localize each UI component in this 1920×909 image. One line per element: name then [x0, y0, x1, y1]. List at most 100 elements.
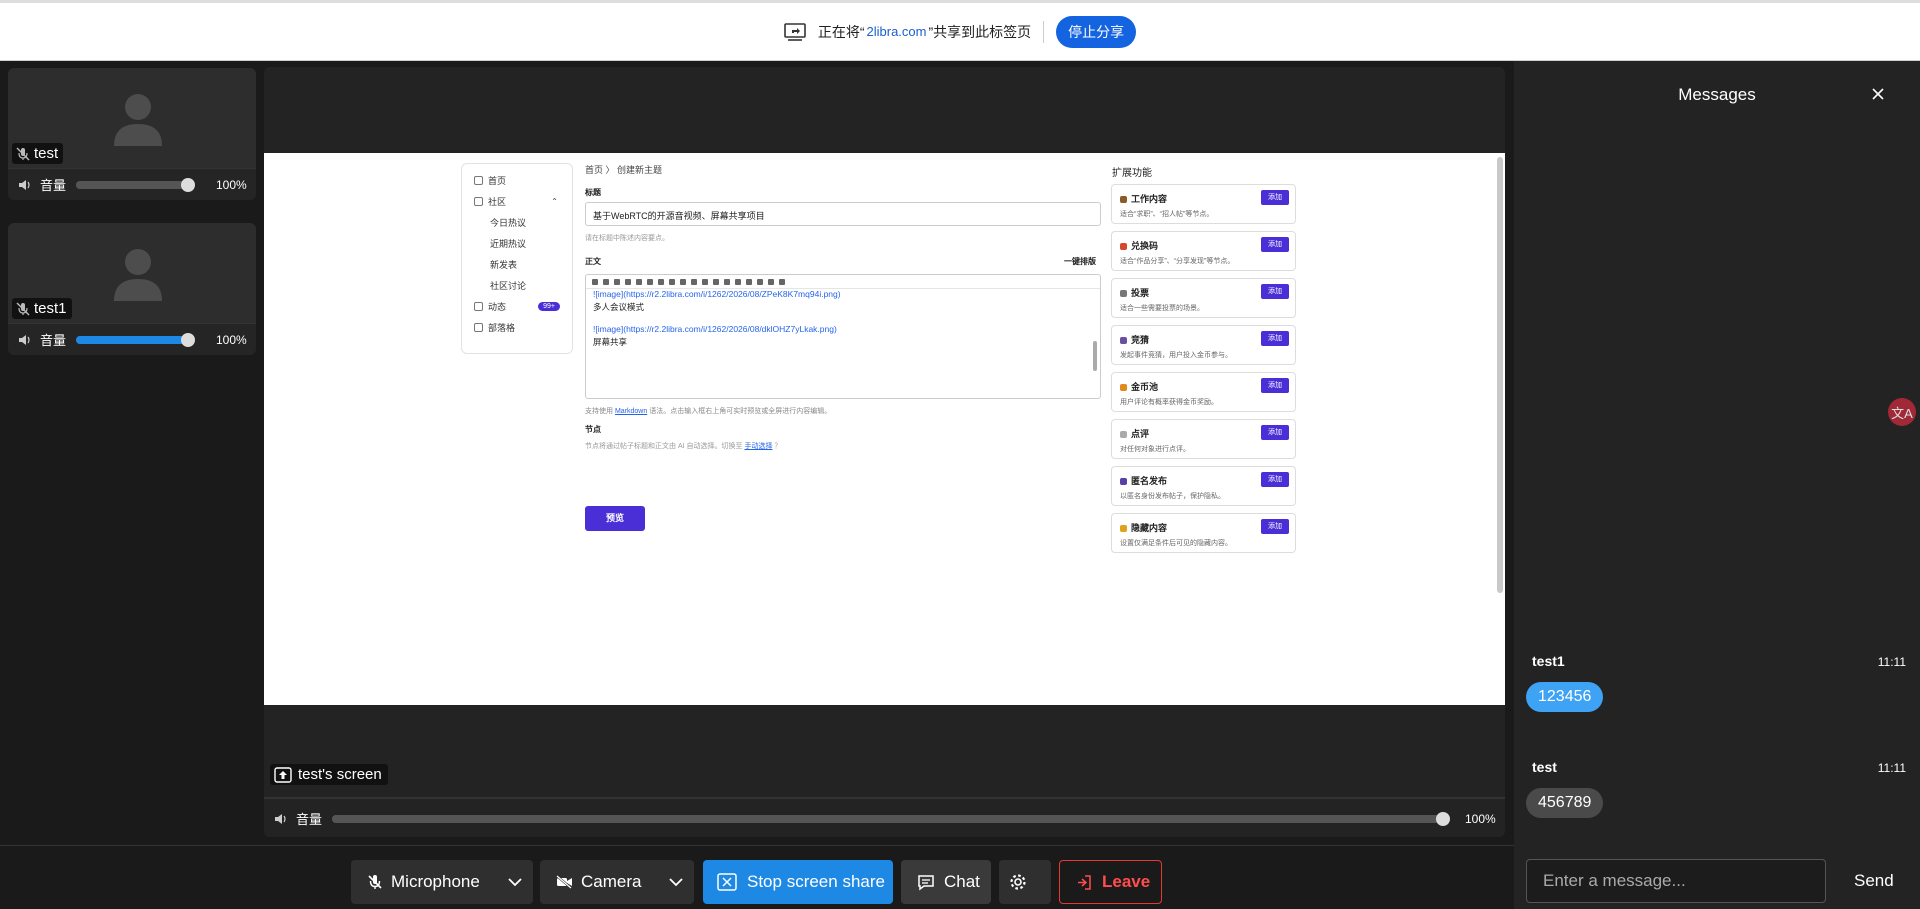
nav-dynamics[interactable]: 动态 99+ [462, 296, 572, 317]
stop-screen-share-button[interactable]: Stop screen share [703, 860, 893, 904]
stop-share-label: Stop screen share [747, 872, 885, 891]
extension-name-text: 点评 [1131, 429, 1150, 439]
chat-icon [918, 874, 934, 890]
link-icon[interactable] [647, 278, 653, 285]
extension-name: 隐藏内容 [1120, 521, 1167, 534]
extension-icon [1120, 243, 1127, 250]
volume-slider[interactable] [76, 332, 195, 347]
participant-nameplate: test [12, 143, 64, 164]
chat-label: Chat [944, 872, 980, 891]
add-extension-button[interactable]: 添加 [1261, 425, 1289, 440]
shared-screen[interactable]: 首页 社区 ⌃ 今日热议 近期热议 新发表 社区讨论 动态 99+ 部落格 首页 〉… [264, 153, 1505, 705]
avatar-placeholder-icon [114, 94, 162, 146]
extension-name: 投票 [1120, 286, 1149, 299]
volume-slider-thumb[interactable] [181, 332, 195, 347]
camera-button[interactable]: Camera [540, 860, 694, 904]
shared-page-scrollbar[interactable] [1497, 157, 1503, 593]
auto-format-button[interactable]: 一键排版 [1064, 256, 1096, 267]
settings-button[interactable] [999, 860, 1051, 904]
manual-select-link[interactable]: 手动选择 [744, 443, 772, 450]
bold-icon[interactable] [592, 278, 598, 285]
extension-desc: 发起事件竞猜，用户投入金币参与。 [1120, 352, 1232, 359]
volume-slider[interactable] [332, 811, 1450, 826]
add-extension-button[interactable]: 添加 [1261, 519, 1289, 534]
task-list-icon[interactable] [746, 278, 752, 285]
list-icon[interactable] [724, 278, 730, 285]
volume-slider-thumb[interactable] [181, 177, 195, 192]
help-icon[interactable] [757, 278, 763, 285]
chevron-down-icon[interactable] [668, 872, 684, 892]
shield-icon[interactable] [768, 278, 774, 285]
volume-slider[interactable] [76, 177, 195, 192]
editor-line: ![image](https://r2.2libra.com/i/1262/20… [593, 289, 841, 299]
emoji-icon[interactable] [779, 278, 785, 285]
screen-volume-control: 音量 100% [264, 797, 1505, 837]
add-extension-button[interactable]: 添加 [1261, 237, 1289, 252]
volume-label: 音量 [40, 333, 67, 348]
nav-today-hot[interactable]: 今日热议 [462, 212, 572, 233]
add-extension-button[interactable]: 添加 [1261, 284, 1289, 299]
nav-label: 新发表 [490, 260, 518, 270]
title-input[interactable]: 基于WebRTC的开源音视频、屏幕共享项目 [585, 202, 1101, 226]
volume-label: 音量 [40, 178, 67, 193]
add-extension-button[interactable]: 添加 [1261, 472, 1289, 487]
chat-title: Messages [1678, 85, 1756, 104]
leave-button[interactable]: Leave [1059, 860, 1162, 904]
strike-icon[interactable] [614, 278, 620, 285]
rss-icon [474, 323, 483, 332]
stop-sharing-button[interactable]: 停止分享 [1056, 15, 1137, 48]
preview-button[interactable]: 预览 [585, 506, 645, 531]
nav-new-posts[interactable]: 新发表 [462, 254, 572, 275]
extension-name: 点评 [1120, 427, 1149, 440]
code-icon[interactable] [669, 278, 675, 285]
nav-discussion[interactable]: 社区讨论 [462, 275, 572, 296]
markdown-link[interactable]: Markdown [615, 408, 647, 415]
nav-home[interactable]: 首页 [462, 170, 572, 191]
extension-card: 点评 对任何对象进行点评。 添加 [1111, 419, 1296, 459]
message-time: 11:11 [1877, 761, 1906, 775]
title-hint: 请在标题中陈述内容要点。 [585, 235, 669, 242]
chevron-down-icon[interactable] [507, 872, 523, 892]
participant-tile-test: test 音量 100% [8, 68, 256, 200]
editor-scrollbar[interactable] [1093, 341, 1097, 371]
extension-card: 匿名发布 以匿名身份发布帖子，保护隐私。 添加 [1111, 466, 1296, 506]
nav-tribe[interactable]: 部落格 [462, 317, 572, 338]
chat-message-input[interactable] [1526, 859, 1826, 903]
table-icon[interactable] [713, 278, 719, 285]
quote-icon[interactable] [658, 278, 664, 285]
close-icon[interactable] [1871, 87, 1885, 101]
translate-icon[interactable]: 文A [1888, 398, 1916, 426]
mic-muted-icon [368, 875, 382, 889]
microphone-button[interactable]: Microphone [351, 860, 533, 904]
extension-name: 匿名发布 [1120, 474, 1167, 487]
camera-label: Camera [581, 872, 642, 891]
send-button[interactable]: Send [1854, 871, 1894, 891]
extension-name-text: 竞猜 [1131, 335, 1150, 345]
nav-community[interactable]: 社区 ⌃ [462, 191, 572, 212]
embed-icon[interactable] [691, 278, 697, 285]
ordered-list-icon[interactable] [735, 278, 741, 285]
editor-line: 多人会议模式 [593, 302, 645, 312]
volume-slider-thumb[interactable] [1436, 811, 1450, 826]
participant-name: test [34, 145, 59, 162]
extension-card: 竞猜发起事件竞猜，用户投入金币参与。 添加 [1111, 325, 1296, 365]
heading-icon[interactable] [625, 278, 631, 285]
add-extension-button[interactable]: 添加 [1261, 190, 1289, 205]
participant-volume-control: 音量 100% [8, 168, 256, 200]
node-label: 节点 [585, 425, 601, 434]
extension-card: 金币池 用户评论有概率获得金币奖励。 添加 [1111, 372, 1296, 412]
align-icon[interactable] [636, 278, 642, 285]
image-icon[interactable] [702, 278, 708, 285]
code-block-icon[interactable] [680, 278, 686, 285]
italic-icon[interactable] [603, 278, 609, 285]
node-hint: 节点将通过帖子标题和正文由 AI 自动选择。切换至 手动选择 ？ [585, 441, 781, 451]
add-extension-button[interactable]: 添加 [1261, 378, 1289, 393]
message-author: test1 [1532, 653, 1565, 669]
nav-recent-hot[interactable]: 近期热议 [462, 233, 572, 254]
chat-button[interactable]: Chat [901, 860, 991, 904]
markdown-editor[interactable]: ![image](https://r2.2libra.com/i/1262/20… [585, 274, 1101, 399]
extension-name-text: 工作内容 [1131, 194, 1168, 204]
participant-name: test1 [34, 300, 67, 317]
share-status-suffix: ”共享到此标签页 [928, 23, 1032, 40]
add-extension-button[interactable]: 添加 [1261, 331, 1289, 346]
